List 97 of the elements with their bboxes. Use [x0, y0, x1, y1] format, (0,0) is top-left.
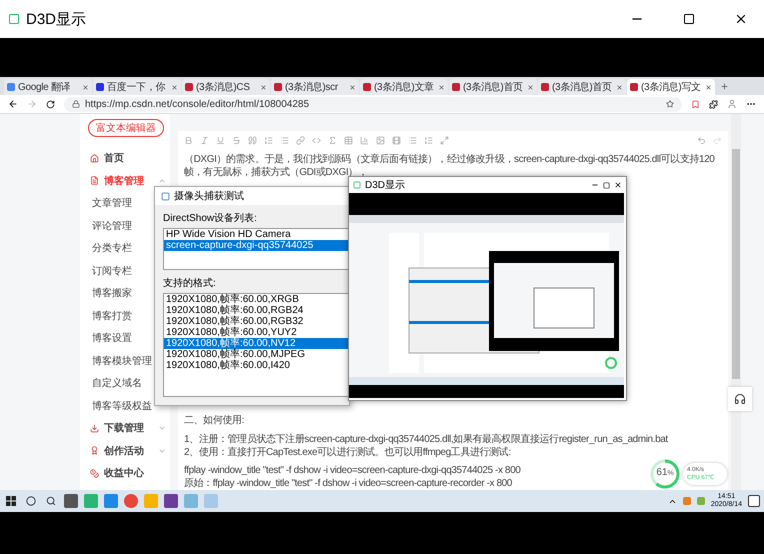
format-icon[interactable] — [312, 136, 321, 144]
browser-tab[interactable]: (3条消息)首页 — [538, 79, 626, 95]
browser-tab[interactable]: 百度一下，你 — [93, 79, 181, 95]
command-line: ffplay -window_title "test" -f dshow -i video=screen-capture-dxgi-qq35744025 -x 800 — [184, 464, 520, 477]
start-icon[interactable] — [4, 494, 18, 508]
forward-icon[interactable] — [27, 99, 37, 109]
list-item[interactable]: 1920X1080,帧率:60.00,I420 — [164, 360, 348, 371]
section-icon — [90, 424, 99, 433]
app-icon[interactable] — [124, 494, 138, 508]
close-icon — [734, 12, 748, 26]
favicon-icon — [7, 83, 15, 91]
paragraph: （DXGI）的需求。于是，我们找到源码（文章后面有链接），经过修改升级，screen-capture-dxgi-qq35744025.dll可以支持120 — [184, 153, 714, 166]
app-icon[interactable] — [164, 494, 178, 508]
new-tab-icon[interactable] — [720, 82, 729, 91]
close-icon[interactable] — [171, 84, 178, 90]
app-icon — [8, 13, 20, 25]
field-label: DirectShow设备列表: — [163, 212, 258, 225]
browser-tab[interactable]: Google 翻译 — [4, 79, 92, 95]
section-heading: 二、如何使用: — [184, 414, 244, 427]
command-line: 原始：ffplay -window_title "test" -f dshow -i video=screen-capture-recorder -x 800 — [184, 477, 512, 490]
app-icon[interactable] — [64, 494, 78, 508]
format-icon[interactable] — [216, 136, 225, 144]
sidebar-section[interactable]: 首页 — [80, 147, 170, 170]
dialog-title: 摄像头捕获测试 — [174, 190, 244, 203]
favicon-icon — [363, 83, 371, 91]
close-button[interactable] — [614, 181, 622, 189]
format-icon[interactable] — [184, 136, 193, 144]
close-icon[interactable] — [260, 84, 267, 90]
field-label: 支持的格式: — [163, 276, 217, 290]
list-item[interactable]: 1920X1080,帧率:60.00,RGB24 — [164, 305, 348, 316]
meter-reading: 61 — [656, 467, 668, 478]
editor-switch-button[interactable]: 富文本编辑器 — [88, 119, 164, 137]
browser-tab[interactable]: (3条消息)写文 — [627, 79, 715, 95]
sidebar-section[interactable]: 创作活动 — [80, 440, 170, 462]
format-icon[interactable] — [280, 136, 289, 144]
headset-icon — [734, 393, 746, 405]
close-icon[interactable] — [705, 84, 712, 90]
format-icon[interactable] — [248, 136, 257, 144]
close-icon[interactable] — [527, 84, 534, 90]
browser-tab[interactable]: (3条消息)首页 — [449, 79, 537, 95]
window-title: D3D显示 — [365, 179, 406, 192]
app-icon — [353, 181, 361, 189]
browser-tab[interactable]: (3条消息)scr — [271, 79, 359, 95]
list-item[interactable]: 1920X1080,帧率:60.00,RGB32 — [164, 316, 348, 327]
support-button[interactable] — [728, 387, 752, 411]
format-icon[interactable] — [344, 136, 353, 144]
format-icon[interactable] — [408, 136, 417, 144]
favicon-icon — [630, 83, 638, 91]
section-icon — [90, 176, 99, 186]
format-icon[interactable] — [296, 136, 305, 144]
maximize-icon — [683, 13, 695, 25]
window-title: D3D显示 — [26, 10, 88, 28]
close-icon[interactable] — [438, 84, 445, 90]
favicon-icon — [96, 83, 104, 91]
list-item[interactable]: 1920X1080,帧率:60.00,MJPEG — [164, 349, 348, 360]
address-field[interactable]: https://mp.csdn.net/console/editor/html/108004285 — [64, 96, 682, 112]
format-icon[interactable] — [392, 136, 401, 144]
section-icon — [90, 446, 99, 456]
section-icon — [90, 154, 99, 163]
list-item[interactable]: 1920X1080,帧率:60.00,YUY2 — [164, 327, 348, 338]
format-icon[interactable] — [232, 136, 241, 144]
close-icon[interactable] — [616, 84, 623, 90]
favicon-icon — [452, 83, 460, 91]
app-icon[interactable] — [104, 494, 118, 508]
redo-icon[interactable] — [713, 136, 722, 144]
sidebar-section[interactable]: 博客管理 — [80, 170, 170, 192]
favicon-icon — [274, 83, 282, 91]
format-icon[interactable] — [328, 136, 337, 144]
list-item[interactable]: 1920X1080,帧率:60.00,XRGB — [164, 294, 348, 305]
favicon-icon — [541, 83, 549, 91]
list-item[interactable]: HP Wide Vision HD Camera — [164, 229, 348, 240]
back-icon[interactable] — [8, 99, 18, 109]
sidebar-section[interactable]: 收益中心 — [80, 462, 170, 484]
browser-tab[interactable]: (3条消息)CS — [182, 79, 270, 95]
sidebar-section[interactable]: 下载管理 — [80, 417, 170, 440]
list-item[interactable]: screen-capture-dxgi-qq35744025 — [164, 240, 348, 251]
maximize-button[interactable] — [603, 182, 610, 188]
format-icon[interactable] — [200, 136, 209, 144]
app-icon — [161, 192, 170, 200]
close-icon[interactable] — [349, 84, 356, 90]
reload-icon[interactable] — [46, 100, 55, 108]
paragraph: 1、注册：管理员状态下注册screen-capture-dxgi-qq35744025.dll,如果有最高权限直接运行register_run_as_admin.bat — [184, 433, 668, 446]
star-icon[interactable] — [666, 100, 674, 108]
section-icon — [90, 468, 99, 478]
format-icon[interactable] — [376, 136, 385, 144]
close-icon[interactable] — [82, 84, 89, 90]
browser-tab[interactable]: (3条消息)文章 — [360, 79, 448, 95]
format-icon[interactable] — [360, 136, 369, 144]
format-icon[interactable] — [440, 136, 449, 144]
format-icon[interactable] — [424, 136, 433, 144]
favicon-icon — [185, 83, 193, 91]
list-item[interactable]: 1920X1080,帧率:60.00,NV12 — [164, 338, 348, 349]
lock-icon — [72, 100, 80, 108]
paragraph: 2、使用：直接打开CapTest.exe可以进行测试。也可以用ffmpeg工具进行测试: — [184, 446, 511, 459]
profile-icon[interactable] — [727, 99, 737, 109]
undo-icon[interactable] — [697, 136, 706, 144]
format-icon[interactable] — [264, 136, 273, 144]
